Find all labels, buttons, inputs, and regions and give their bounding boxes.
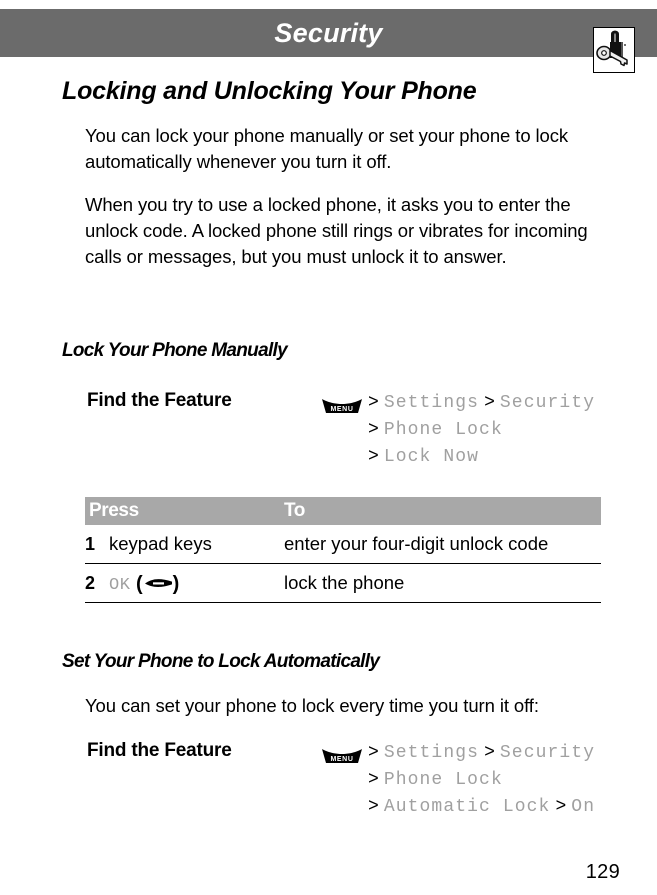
menu-path-separator: > (368, 420, 379, 440)
step-number: 2 (85, 573, 96, 593)
step-number: 1 (85, 534, 96, 554)
svg-text:MENU: MENU (330, 406, 353, 413)
body-paragraph-1: You can lock your phone manually or set … (85, 125, 569, 172)
step-to-value: enter your four-digit unlock code (284, 533, 549, 554)
menu-path-item[interactable]: Phone Lock (384, 420, 503, 440)
table-row: 2 OK () lock the phone (85, 564, 601, 603)
menu-path-manual: MENU > Settings > Security > Phone Lock … (321, 388, 621, 469)
step-press-value: OK () (109, 564, 179, 602)
menu-path-line: > Phone Lock (321, 415, 621, 442)
menu-key-icon[interactable]: MENU (321, 397, 363, 415)
menu-path-line: MENU > Settings > Security (321, 388, 621, 415)
menu-path-automatic: MENU > Settings > Security > Phone Lock … (321, 738, 621, 819)
menu-path-separator: > (368, 743, 379, 763)
menu-path-item[interactable]: Settings (384, 743, 479, 763)
menu-path-line: MENU > Settings > Security (321, 738, 621, 765)
column-header-press: Press (89, 500, 139, 521)
column-header-to: To (284, 500, 306, 521)
find-the-feature-label: Find the Feature (87, 740, 232, 761)
steps-table: Press To 1 keypad keys enter your four-d… (85, 497, 601, 603)
menu-path-separator: > (484, 743, 495, 763)
svg-text:MENU: MENU (330, 756, 353, 763)
menu-path-item[interactable]: Settings (384, 393, 479, 413)
find-the-feature-automatic: Find the Feature MENU > Settings > Secur… (0, 738, 657, 828)
table-row: 1 keypad keys enter your four-digit unlo… (85, 525, 601, 564)
menu-path-separator: > (555, 797, 567, 817)
softkey-label: OK (109, 576, 131, 595)
menu-path-line: > Lock Now (321, 442, 621, 469)
body-paragraph-3: You can set your phone to lock every tim… (85, 695, 539, 716)
find-the-feature-manual: Find the Feature MENU > Settings > Secur… (0, 388, 657, 478)
menu-path-line: > Automatic Lock > On (321, 792, 621, 819)
step-to-value: lock the phone (284, 572, 405, 593)
menu-key-icon[interactable]: MENU (321, 747, 363, 765)
padlock-and-key-icon (593, 27, 635, 73)
page-header-title: Security (274, 18, 383, 48)
menu-path-item[interactable]: Security (500, 743, 595, 763)
subsection-title-automatic: Set Your Phone to Lock Automatically (62, 651, 380, 672)
menu-path-separator: > (368, 797, 379, 817)
menu-path-separator: > (368, 393, 379, 413)
body-paragraph-2: When you try to use a locked phone, it a… (85, 194, 588, 267)
step-press-value: keypad keys (109, 525, 212, 563)
open-paren: ( (130, 573, 143, 595)
menu-path-item[interactable]: Lock Now (384, 447, 479, 467)
right-softkey-icon[interactable] (143, 576, 173, 590)
page-number: 129 (585, 861, 620, 883)
section-title: Locking and Unlocking Your Phone (62, 77, 477, 105)
steps-table-header-row: Press To (85, 497, 601, 525)
menu-path-item[interactable]: Security (500, 393, 595, 413)
menu-path-separator: > (484, 393, 495, 413)
menu-path-line: > Phone Lock (321, 765, 621, 792)
menu-path-item[interactable]: Automatic Lock (384, 797, 551, 817)
subsection-title-manual: Lock Your Phone Manually (62, 340, 288, 361)
find-the-feature-label: Find the Feature (87, 390, 232, 411)
menu-path-separator: > (368, 770, 379, 790)
press-text: keypad keys (109, 533, 212, 554)
menu-path-item[interactable]: On (571, 797, 595, 817)
menu-path-separator: > (368, 447, 379, 467)
menu-path-item[interactable]: Phone Lock (384, 770, 503, 790)
close-paren: ) (172, 573, 180, 595)
